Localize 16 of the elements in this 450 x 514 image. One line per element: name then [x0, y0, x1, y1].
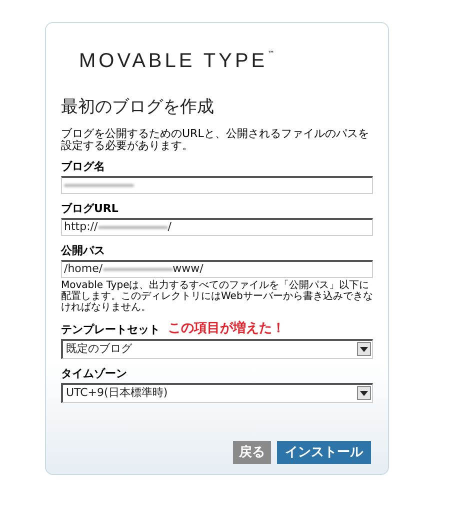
input-field[interactable]: /home/ www/ — [61, 260, 373, 278]
page-title: 最初のブログを作成 — [61, 97, 215, 118]
input-field[interactable] — [61, 176, 373, 194]
dropdown[interactable]: 既定のブログ — [61, 338, 373, 359]
logo: MOVABLE TYPE — [79, 51, 268, 71]
help-text: Movable Typeは、出力するすべてのファイルを「公開パス」以下に配置します。このディレクトリにはWebサーバーから書き込みできなければなりません。 — [61, 280, 373, 312]
input-field[interactable]: http:// / — [61, 218, 373, 236]
annotation: この項目が増えた！ — [168, 320, 285, 337]
field-label: ブログURL — [61, 202, 118, 216]
field-label: テンプレートセット — [61, 323, 160, 337]
dropdown[interactable]: UTC+9(日本標準時) — [61, 382, 373, 402]
description: ブログを公開するためのURLと、公開されるファイルのパスを設定する必要があります。 — [61, 128, 370, 152]
install-button[interactable]: インストール — [277, 441, 371, 464]
field-label: 公開パス — [61, 244, 105, 258]
field-label: タイムゾーン — [61, 366, 127, 380]
field-label: ブログ名 — [61, 160, 105, 174]
